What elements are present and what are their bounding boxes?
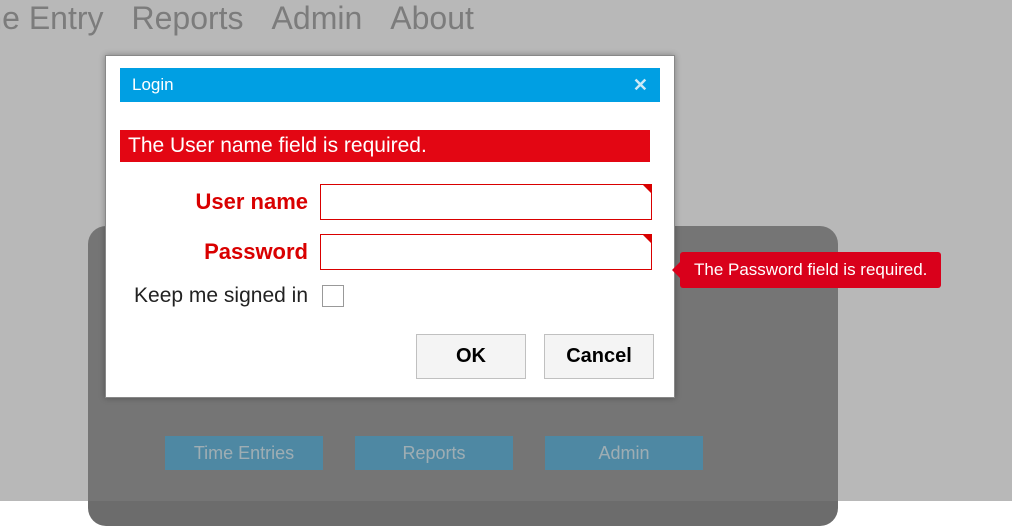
cancel-button[interactable]: Cancel: [544, 334, 654, 379]
dialog-buttons: OK Cancel: [416, 334, 660, 379]
password-field-wrapper: [320, 234, 652, 270]
password-error-tooltip: The Password field is required.: [680, 252, 941, 288]
keep-signed-row: Keep me signed in: [120, 284, 660, 308]
dialog-body: The User name field is required. User na…: [106, 102, 674, 397]
username-label: User name: [120, 189, 320, 215]
dialog-title: Login: [132, 75, 174, 95]
dialog-titlebar: Login ✕: [120, 68, 660, 102]
username-field-wrapper: [320, 184, 652, 220]
username-input[interactable]: [321, 185, 651, 219]
password-row: Password: [120, 234, 660, 270]
close-icon[interactable]: ✕: [633, 75, 648, 96]
password-label: Password: [120, 239, 320, 265]
keep-signed-label: Keep me signed in: [120, 284, 320, 308]
username-row: User name: [120, 184, 660, 220]
validation-summary: The User name field is required.: [120, 130, 650, 162]
ok-button[interactable]: OK: [416, 334, 526, 379]
password-input[interactable]: [321, 235, 651, 269]
login-dialog: Login ✕ The User name field is required.…: [105, 55, 675, 398]
keep-signed-checkbox[interactable]: [322, 285, 344, 307]
